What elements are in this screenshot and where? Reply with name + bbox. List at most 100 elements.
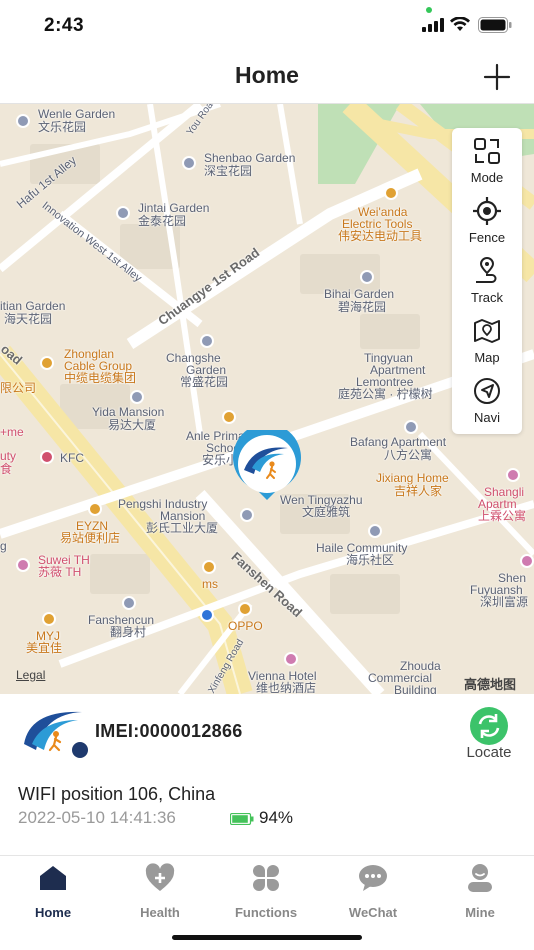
map-label: 易站便利店 [60,531,121,545]
map-label: KFC [60,451,84,465]
device-location-marker[interactable] [230,430,304,504]
tab-label: WeChat [348,905,398,920]
map-label: 金泰花园 [138,214,187,228]
mine-icon [468,864,492,892]
map-label: g [0,539,7,553]
home-indicator [172,935,362,940]
map-label: 苏薇 TH [38,565,82,579]
privacy-indicator-dot [426,7,432,13]
map-label: 深宝花园 [204,164,253,178]
map-label: 食 [0,462,13,476]
poi-pin-icon [116,206,130,220]
wechat-icon [359,865,387,891]
map-provider-logo: 高德地图 [464,677,517,692]
map-label: 易达大厦 [108,418,157,432]
home-icon [40,866,66,890]
shop-icon [202,560,216,574]
shop-icon [42,612,56,626]
tool-label: Track [470,290,504,305]
map-view[interactable]: Wenle Garden 文乐花园 Hafu 1st Alley Shenbao… [0,104,534,694]
map-label: OPPO [228,619,263,633]
restaurant-icon [40,450,54,464]
map-tools-panel: Mode Fence Track Map Navi [452,128,522,434]
poi-pin-icon [200,334,214,348]
locate-button[interactable]: Locate [458,706,520,766]
map-label: 中缆电缆集团 [64,371,137,385]
battery-icon [478,17,512,33]
map-label: 海天花园 [4,312,53,326]
map-label: 深圳富源 [480,595,529,609]
tab-label: Home [34,905,72,920]
health-icon [145,863,175,891]
tab-mine[interactable]: Mine [427,862,533,920]
poi-pin-icon [182,156,196,170]
poi-pin-icon [384,186,398,200]
map-label: 吉祥人家 [394,484,443,498]
hotel-icon [506,468,520,482]
tab-label: Mine [465,905,495,920]
poi-pin-icon [368,524,382,538]
tab-label: Health [140,905,180,920]
map-layer-button[interactable]: Map [452,308,522,368]
device-info-panel: IMEI:0000012866 Locate WIFI position 106… [0,694,534,856]
refresh-locate-icon [470,707,508,745]
tab-wechat[interactable]: WeChat [320,862,426,920]
map-label: 八方公寓 [384,448,433,462]
map-label: 伟安达电动工具 [338,229,423,243]
navigation-bar: Home [0,52,534,104]
tab-health[interactable]: Health [107,862,213,920]
hotel-icon [520,554,534,568]
poi-pin-icon [40,356,54,370]
device-imei: IMEI:0000012866 [95,721,243,741]
map-label: 庭苑公寓 · 柠檬树 [338,387,433,401]
poi-pin-icon [404,420,418,434]
device-avatar [24,711,88,758]
map-label: 维也纳酒店 [256,681,317,695]
map-legal-link[interactable]: Legal [16,668,45,682]
map-label: 翻身村 [110,625,147,639]
map-icon [474,319,500,343]
map-label: 美宜佳 [26,641,63,655]
add-device-button[interactable] [482,62,512,92]
cellular-signal-icon [422,18,444,32]
track-icon [476,257,497,283]
map-label: 文庭雅筑 [302,505,351,519]
poi-pin-icon [240,508,254,522]
position-text: WIFI position 106, China [18,784,216,804]
tab-functions[interactable]: Functions [213,862,319,920]
tool-label: Map [474,350,500,365]
shop-icon [238,602,252,616]
school-icon [222,410,236,424]
tool-label: Fence [468,230,506,245]
navi-icon [474,378,500,404]
map-label: 碧海花园 [338,300,387,314]
beauty-icon [16,558,30,572]
poi-pin-icon [16,114,30,128]
poi-pin-icon [360,270,374,284]
navi-button[interactable]: Navi [452,368,522,428]
tool-label: Mode [470,170,504,185]
map-label: Building [394,683,437,695]
map-label: 限公司 [0,381,37,395]
map-label: 文乐花园 [38,120,87,134]
map-label: 彭氏工业大厦 [146,521,219,535]
track-button[interactable]: Track [452,248,522,308]
tool-label: Navi [473,410,500,425]
bank-icon [200,608,214,622]
status-bar: 2:43 [0,0,534,52]
tab-label: Functions [234,905,298,920]
map-label: 常盛花园 [180,375,229,389]
wifi-icon [450,17,470,31]
poi-pin-icon [130,390,144,404]
status-time: 2:43 [44,15,85,36]
shop-icon [88,502,102,516]
fence-button[interactable]: Fence [452,188,522,248]
page-title: Home [235,62,299,88]
position-timestamp: 2022-05-10 14:41:36 [18,808,176,827]
map-label: 上霖公寓 [478,509,527,523]
poi-pin-icon [122,596,136,610]
tab-home[interactable]: Home [0,862,106,920]
hotel-icon [284,652,298,666]
mode-button[interactable]: Mode [452,128,522,188]
map-label: ms [202,577,218,591]
